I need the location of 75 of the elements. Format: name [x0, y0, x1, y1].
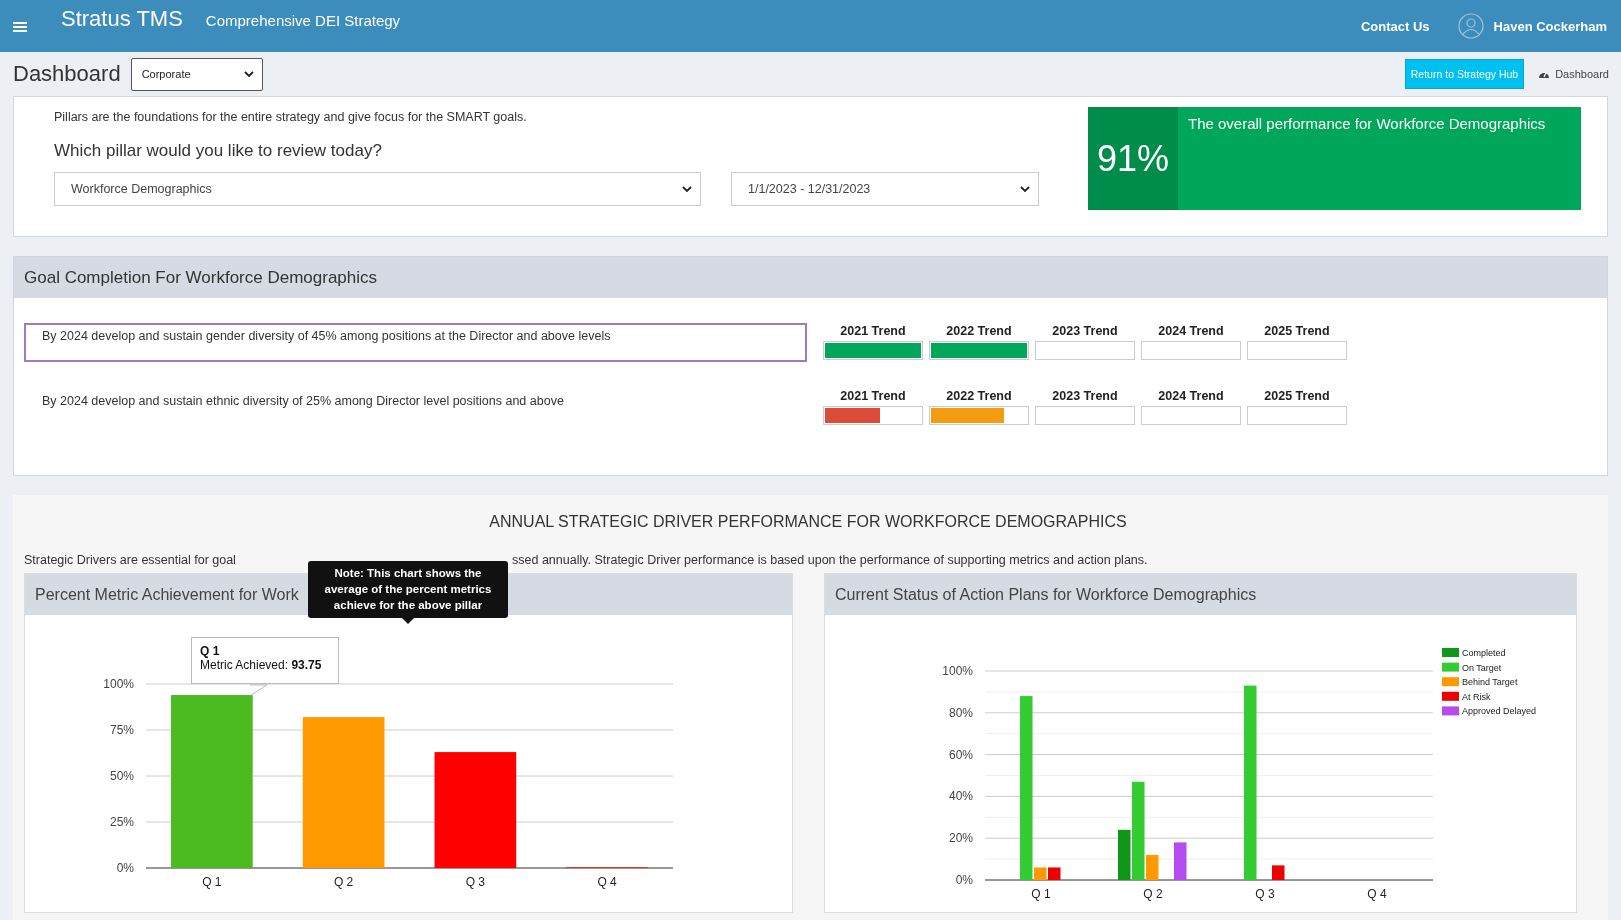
bar[interactable] — [1020, 696, 1033, 880]
legend-label: On Target — [1462, 662, 1502, 673]
trend-label: 2023 Trend — [1052, 389, 1118, 405]
breadcrumb[interactable]: Dashboard — [1555, 68, 1609, 80]
user-avatar-icon[interactable] — [1457, 13, 1484, 39]
legend-label: Completed — [1462, 648, 1506, 658]
score-value: 91% — [1088, 107, 1178, 210]
section-title: ANNUAL STRATEGIC DRIVER PERFORMANCE FOR WORKFORCE DEMOGRAPHICS — [488, 512, 1128, 531]
axis-label: Q 3 — [1255, 887, 1275, 901]
axis-label: 75% — [109, 723, 134, 737]
axis-label: 0% — [116, 861, 134, 875]
page-title: Dashboard — [13, 61, 121, 87]
strategy-title: Comprehensive DEI Strategy — [205, 11, 401, 29]
goals-title: Goal Completion For Workforce Demographics — [24, 267, 378, 288]
axis-label: Q 4 — [1367, 887, 1387, 901]
bar[interactable] — [171, 695, 253, 868]
bar[interactable] — [434, 752, 517, 868]
intro-text: ssed annually. Strategic Driver performance is based upon the performance of supporting metrics and action plans. — [512, 553, 1148, 569]
note-tooltip: Note: This chart shows the average of the percent metrics achieve for the above pillar — [308, 561, 508, 618]
intro-text: Strategic Drivers are essential for goal — [24, 553, 237, 569]
tooltip-title: Q 1 — [200, 644, 221, 658]
user-name[interactable]: Haven Cockerham — [1493, 18, 1607, 34]
caret-icon — [682, 185, 692, 193]
trend-label: 2021 Trend — [840, 389, 906, 405]
bar[interactable] — [1118, 829, 1131, 880]
brand-name[interactable]: Stratus TMS — [61, 6, 183, 32]
bar[interactable] — [1132, 781, 1145, 880]
scope-select[interactable]: Corporate — [130, 57, 263, 91]
axis-label: 25% — [109, 815, 134, 829]
trend-label: 2024 Trend — [1158, 324, 1224, 340]
intro-text: Pillars are the foundations for the entire strategy and give focus for the SMART goals. — [54, 110, 528, 124]
trend-label: 2024 Trend — [1158, 389, 1224, 405]
axis-label: 60% — [948, 747, 973, 762]
pillar-select[interactable]: Workforce Demographics — [54, 172, 701, 206]
axis-label: 50% — [109, 769, 134, 783]
goal-item[interactable]: By 2024 develop and sustain ethnic diversity of 25% among Director level positions and above — [24, 388, 807, 427]
axis-label: 100% — [103, 677, 134, 691]
axis-label: 100% — [942, 664, 973, 678]
bar[interactable] — [1146, 854, 1159, 880]
date-range-select[interactable]: 1/1/2023 - 12/31/2023 — [731, 172, 1039, 206]
axis-label: Q 4 — [597, 875, 617, 889]
bar[interactable] — [302, 717, 385, 868]
bar[interactable] — [1034, 867, 1047, 880]
legend-label: Approved Delayed — [1462, 706, 1537, 717]
axis-label: 20% — [948, 831, 973, 846]
trend-label: 2025 Trend — [1264, 324, 1330, 340]
axis-label: Q 2 — [333, 875, 354, 889]
axis-label: Q 1 — [202, 875, 222, 889]
panel-title: Percent Metric Achievement for Work — [35, 585, 299, 604]
axis-label: Q 3 — [465, 875, 486, 889]
bar[interactable] — [1048, 867, 1061, 880]
tooltip-text: Metric Achieved: 93.75 — [200, 658, 323, 672]
menu-icon[interactable] — [13, 21, 27, 33]
panel-title: Current Status of Action Plans for Workforce Demographics — [835, 585, 1257, 604]
axis-label: 0% — [955, 873, 973, 887]
trend-label: 2022 Trend — [946, 389, 1012, 405]
trend-label: 2021 Trend — [840, 324, 906, 340]
goal-item[interactable]: By 2024 develop and sustain gender diversity of 45% among positions at the Director and above levels — [24, 323, 807, 362]
legend-label: At Risk — [1462, 691, 1491, 702]
pillar-question: Which pillar would you like to review today? — [54, 141, 383, 161]
score-caption: The overall performance for Workforce Demographics — [1187, 114, 1547, 134]
caret-icon — [1020, 185, 1030, 193]
trend-label: 2023 Trend — [1052, 324, 1118, 340]
axis-label: Q 1 — [1031, 887, 1051, 901]
legend-label: Behind Target — [1462, 677, 1518, 688]
axis-label: 80% — [948, 705, 973, 720]
bar[interactable] — [1244, 685, 1257, 880]
caret-icon — [243, 70, 254, 78]
trend-label: 2025 Trend — [1264, 389, 1330, 405]
trend-label: 2022 Trend — [946, 324, 1012, 340]
contact-link[interactable]: Contact Us — [1360, 18, 1430, 34]
axis-label: 40% — [948, 789, 973, 804]
axis-label: Q 2 — [1143, 887, 1163, 901]
bar[interactable] — [1272, 865, 1285, 880]
bar[interactable] — [1174, 842, 1187, 880]
